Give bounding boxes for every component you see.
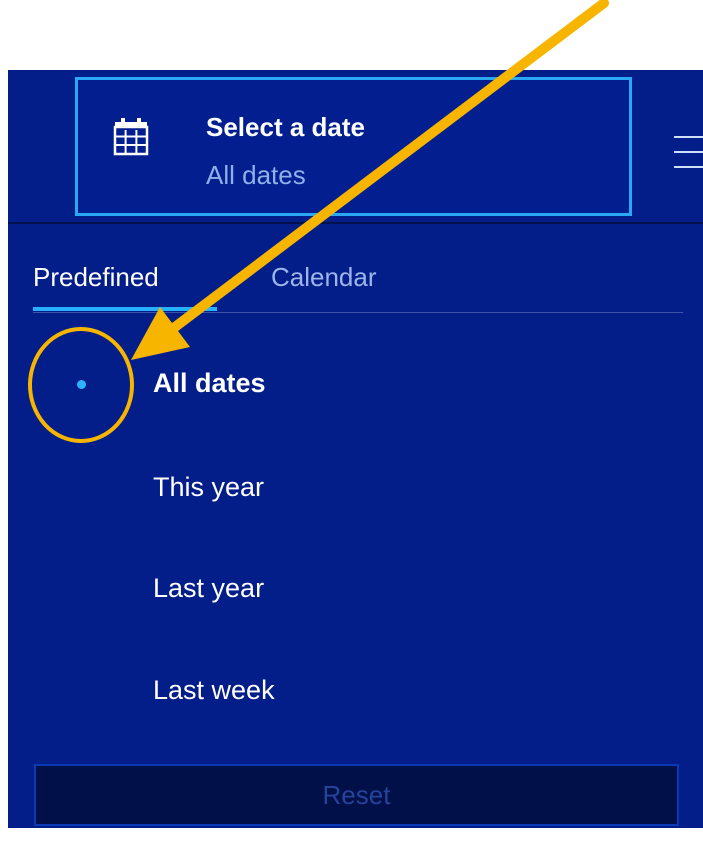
panel-header: Select a date All dates bbox=[8, 70, 703, 224]
option-all-dates[interactable]: All dates bbox=[8, 350, 703, 420]
date-filter-panel: Select a date All dates Predefined Calen… bbox=[8, 70, 703, 828]
active-tab-indicator bbox=[33, 307, 217, 311]
calendar-icon bbox=[113, 118, 149, 156]
option-label: All dates bbox=[153, 368, 266, 398]
option-label: This year bbox=[153, 472, 265, 502]
date-selector-button[interactable]: Select a date All dates bbox=[75, 77, 632, 216]
option-last-year[interactable]: Last year bbox=[8, 555, 703, 625]
option-label: Last week bbox=[153, 675, 275, 705]
option-label: Last year bbox=[153, 573, 265, 603]
option-this-year[interactable]: This year bbox=[8, 454, 703, 524]
selected-indicator-dot bbox=[77, 380, 86, 389]
reset-button[interactable]: Reset bbox=[34, 764, 679, 826]
tab-predefined[interactable]: Predefined bbox=[33, 262, 159, 293]
option-last-week[interactable]: Last week bbox=[8, 657, 703, 727]
date-selector-value: All dates bbox=[206, 160, 306, 190]
tab-calendar[interactable]: Calendar bbox=[271, 262, 377, 293]
hamburger-menu-icon[interactable] bbox=[674, 132, 703, 172]
tab-bar: Predefined Calendar bbox=[33, 248, 683, 313]
date-selector-title: Select a date bbox=[206, 112, 365, 142]
